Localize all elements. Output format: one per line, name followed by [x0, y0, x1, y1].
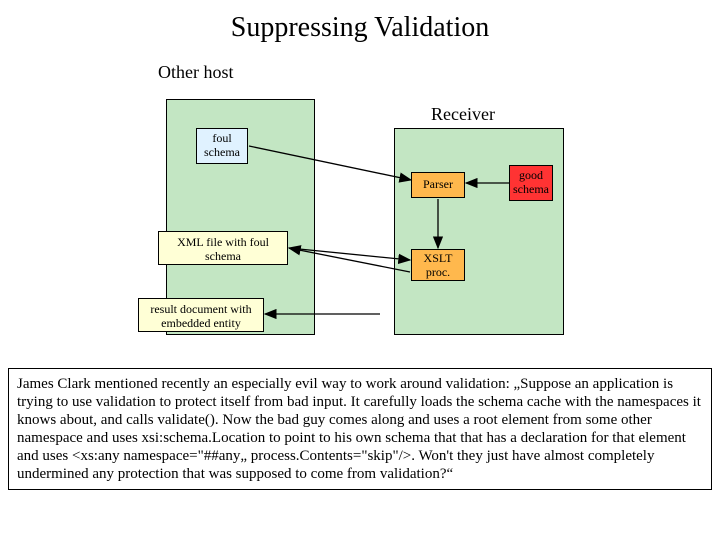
receiver-label: Receiver: [431, 104, 495, 125]
receiver-container: [394, 128, 564, 335]
quote-paragraph: James Clark mentioned recently an especi…: [8, 368, 712, 490]
parser-box: Parser: [411, 172, 465, 198]
good-schema-box: good schema: [509, 165, 553, 201]
foul-schema-box: foul schema: [196, 128, 248, 164]
xslt-box: XSLT proc.: [411, 249, 465, 281]
arrows-layer: [0, 0, 720, 370]
result-doc-box: result document with embedded entity: [138, 298, 264, 332]
page-title: Suppressing Validation: [0, 12, 720, 44]
xml-file-box: XML file with foul schema: [158, 231, 288, 265]
other-host-label: Other host: [158, 62, 234, 83]
